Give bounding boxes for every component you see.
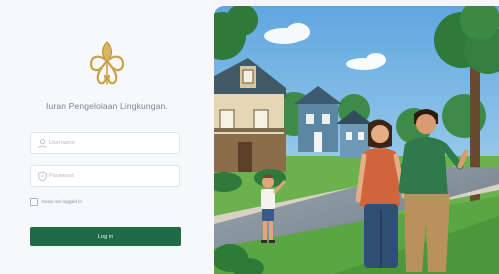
remember-checkbox[interactable]	[30, 198, 38, 206]
user-icon	[38, 139, 47, 149]
password-input[interactable]	[49, 168, 175, 184]
username-field[interactable]	[30, 132, 180, 154]
remember-label: Keep me logged in	[42, 199, 83, 205]
logo	[89, 41, 125, 85]
password-field[interactable]	[30, 165, 180, 187]
remember-me[interactable]: Keep me logged in	[30, 197, 82, 207]
hero-illustration	[214, 6, 499, 274]
login-button[interactable]: Log in	[30, 227, 181, 246]
shield-lock-icon	[38, 171, 47, 182]
login-page: Iuran Pengelolaan Lingkungan. Keep me lo…	[0, 0, 499, 274]
app-title: Iuran Pengelolaan Lingkungan.	[46, 101, 168, 111]
neighborhood-illustration	[214, 6, 499, 274]
login-panel: Iuran Pengelolaan Lingkungan. Keep me lo…	[0, 0, 214, 274]
username-input[interactable]	[49, 135, 175, 151]
